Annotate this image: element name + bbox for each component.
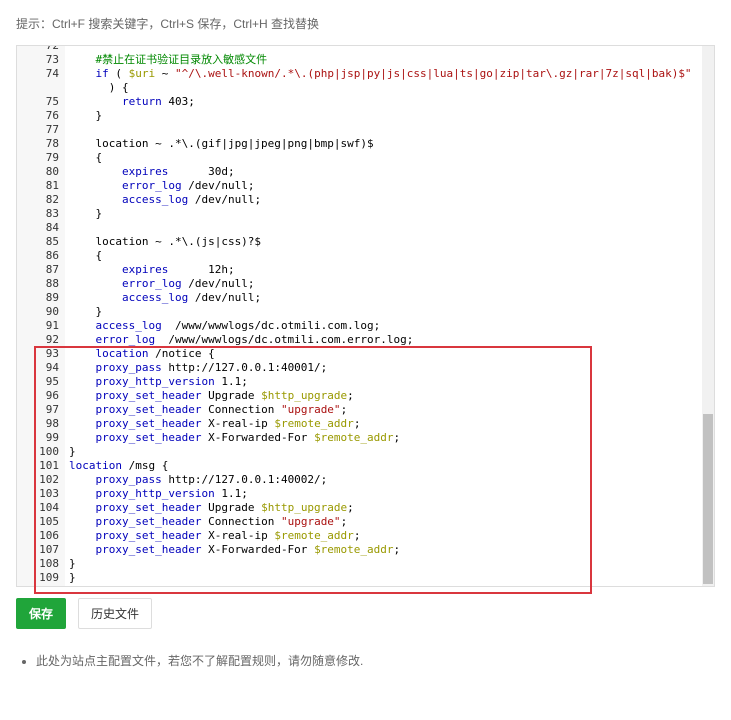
line-number: 82	[45, 193, 59, 206]
line-text: expires 30d;	[121, 165, 235, 178]
vertical-scrollbar[interactable]	[702, 46, 714, 586]
line-text: if ( $uri ~ "^/\.well-known/.*\.(php|jsp…	[95, 67, 692, 80]
code-line: 76 }	[17, 109, 714, 123]
line-number: 84	[45, 221, 59, 234]
line-number: 85	[45, 235, 59, 248]
code-line: ) {	[17, 81, 714, 95]
line-number: 91	[45, 319, 59, 332]
bullet-icon	[22, 659, 26, 664]
line-text: {	[69, 249, 103, 262]
line-number: 86	[45, 249, 59, 262]
line-text: error_log /dev/null;	[121, 277, 255, 290]
code-line: 88 error_log /dev/null;	[17, 277, 714, 291]
line-number: 87	[45, 263, 59, 276]
line-number: 72	[45, 45, 59, 52]
line-number: 74	[45, 67, 59, 80]
code-line: 90 }	[17, 305, 714, 319]
line-text: location ~ .*\.(js|css)?$	[69, 235, 262, 248]
line-number: 77	[45, 123, 59, 136]
line-number: 73	[45, 53, 59, 66]
code-line: 87 expires 12h;	[17, 263, 714, 277]
line-number: 90	[45, 305, 59, 318]
code-line: 82 access_log /dev/null;	[17, 193, 714, 207]
line-number: 80	[45, 165, 59, 178]
line-number: 76	[45, 109, 59, 122]
highlight-box	[34, 346, 592, 594]
line-text: error_log /dev/null;	[121, 179, 255, 192]
history-files-button[interactable]: 历史文件	[78, 598, 152, 629]
code-line: 81 error_log /dev/null;	[17, 179, 714, 193]
line-text: }	[69, 207, 103, 220]
line-text: location ~ .*\.(gif|jpg|jpeg|png|bmp|swf…	[69, 137, 374, 150]
line-number: 81	[45, 179, 59, 192]
line-number: 88	[45, 277, 59, 290]
code-line: 89 access_log /dev/null;	[17, 291, 714, 305]
line-text: expires 12h;	[121, 263, 235, 276]
code-line: 86 {	[17, 249, 714, 263]
line-number: 92	[45, 333, 59, 346]
code-line: 73 #禁止在证书验证目录放入敏感文件	[17, 53, 714, 67]
save-button[interactable]: 保存	[16, 598, 66, 629]
line-text: {	[69, 151, 103, 164]
line-number: 89	[45, 291, 59, 304]
code-line: 74 if ( $uri ~ "^/\.well-known/.*\.(php|…	[17, 67, 714, 81]
code-line: 80 expires 30d;	[17, 165, 714, 179]
shortcut-hint: 提示：Ctrl+F 搜索关键字，Ctrl+S 保存，Ctrl+H 查找替换	[16, 17, 320, 31]
line-number: 83	[45, 207, 59, 220]
line-number: 78	[45, 137, 59, 150]
config-warning-note: 此处为站点主配置文件，若您不了解配置规则，请勿随意修改.	[22, 652, 363, 669]
code-line: 79 {	[17, 151, 714, 165]
line-text: access_log /www/wwwlogs/dc.otmili.com.lo…	[95, 319, 381, 332]
code-line: 75 return 403;	[17, 95, 714, 109]
line-text: access_log /dev/null;	[121, 291, 262, 304]
code-line: 78 location ~ .*\.(gif|jpg|jpeg|png|bmp|…	[17, 137, 714, 151]
line-number: 75	[45, 95, 59, 108]
code-line: 83 }	[17, 207, 714, 221]
line-text: #禁止在证书验证目录放入敏感文件	[95, 53, 268, 66]
line-text: access_log /dev/null;	[121, 193, 262, 206]
line-number: 79	[45, 151, 59, 164]
note-text: 此处为站点主配置文件，若您不了解配置规则，请勿随意修改.	[36, 654, 364, 668]
line-text: return 403;	[121, 95, 195, 108]
scrollbar-thumb[interactable]	[703, 414, 713, 584]
line-text: }	[69, 305, 103, 318]
code-line: 84	[17, 221, 714, 235]
line-text: ) {	[69, 81, 129, 94]
code-line: 85 location ~ .*\.(js|css)?$	[17, 235, 714, 249]
code-line: 77	[17, 123, 714, 137]
line-text: }	[69, 109, 103, 122]
code-line: 92 error_log /www/wwwlogs/dc.otmili.com.…	[17, 333, 714, 347]
line-text: error_log /www/wwwlogs/dc.otmili.com.err…	[95, 333, 414, 346]
code-line: 72	[17, 45, 714, 53]
code-line: 91 access_log /www/wwwlogs/dc.otmili.com…	[17, 319, 714, 333]
